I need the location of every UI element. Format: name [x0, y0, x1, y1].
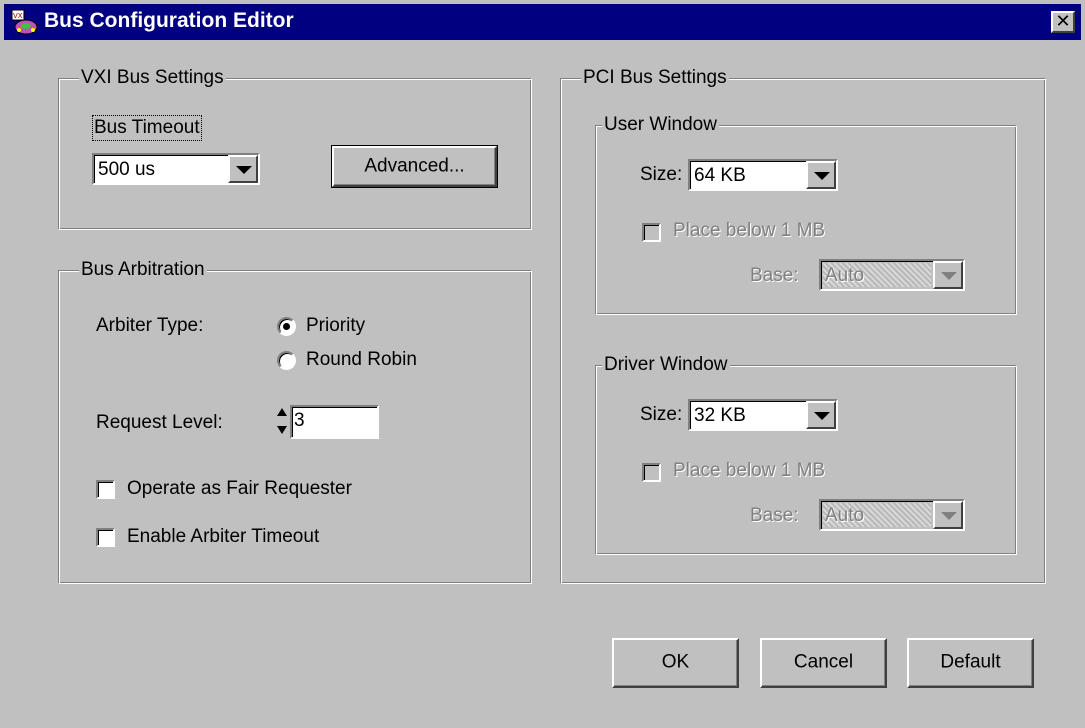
dropdown-arrow-icon[interactable]: [806, 401, 836, 429]
dropdown-arrow-icon[interactable]: [228, 155, 258, 183]
driver-below-1mb-checkbox[interactable]: [642, 463, 661, 482]
user-window-size-dropdown[interactable]: 64 KB: [688, 159, 838, 191]
fair-requester-checkbox[interactable]: [96, 480, 115, 499]
driver-base-label: Base:: [750, 505, 799, 526]
window-title: Bus Configuration Editor: [44, 9, 294, 32]
default-button-label: Default: [940, 651, 1001, 673]
user-below-1mb-label[interactable]: Place below 1 MB: [673, 220, 825, 242]
dropdown-arrow-icon[interactable]: [806, 161, 836, 189]
cancel-button-label: Cancel: [793, 651, 854, 673]
pci-bus-settings-label: PCI Bus Settings: [581, 67, 729, 89]
ok-button-label: OK: [661, 651, 690, 673]
user-base-label: Base:: [750, 265, 799, 286]
bus-config-dialog: VXI Bus Configuration Editor ✕ VXI Bus S…: [0, 0, 1085, 728]
driver-window-group: Driver Window Size: 32 KB Place below 1 …: [595, 354, 1017, 555]
request-level-input[interactable]: 3: [290, 405, 379, 439]
driver-base-value: Auto: [823, 503, 931, 527]
user-window-group: User Window Size: 64 KB Place below 1 MB…: [595, 114, 1017, 315]
bus-arbitration-label: Bus Arbitration: [79, 259, 207, 281]
user-below-1mb-checkbox[interactable]: [642, 223, 661, 242]
spin-down-icon[interactable]: [275, 423, 289, 439]
spin-up-icon[interactable]: [275, 405, 289, 421]
driver-window-label: Driver Window: [602, 354, 730, 376]
close-icon: ✕: [1055, 11, 1071, 32]
request-level-spinner[interactable]: [275, 405, 289, 439]
arbiter-type-label: Arbiter Type:: [96, 315, 204, 336]
dropdown-arrow-icon[interactable]: [933, 501, 963, 529]
ok-button[interactable]: OK: [612, 638, 739, 688]
vxi-bus-settings-label: VXI Bus Settings: [79, 67, 226, 89]
advanced-button-label: Advanced...: [364, 155, 465, 177]
title-bar[interactable]: VXI Bus Configuration Editor ✕: [4, 4, 1081, 40]
dropdown-arrow-icon[interactable]: [933, 261, 963, 289]
request-level-value: 3: [294, 410, 305, 431]
vxi-bus-settings-group: VXI Bus Settings Bus Timeout 500 us Adva…: [58, 67, 532, 230]
driver-below-1mb-label[interactable]: Place below 1 MB: [673, 460, 825, 482]
user-window-size-value: 64 KB: [694, 165, 746, 186]
svg-text:VXI: VXI: [13, 12, 25, 20]
user-base-dropdown[interactable]: Auto: [819, 259, 965, 291]
vxi-app-icon: VXI: [11, 9, 38, 35]
user-window-label: User Window: [602, 114, 719, 136]
fair-requester-label[interactable]: Operate as Fair Requester: [127, 478, 352, 500]
driver-window-size-dropdown[interactable]: 32 KB: [688, 399, 838, 431]
driver-window-size-value: 32 KB: [694, 405, 746, 426]
radio-round-robin[interactable]: [277, 351, 296, 370]
pci-bus-settings-group: PCI Bus Settings User Window Size: 64 KB…: [560, 67, 1046, 584]
driver-base-dropdown[interactable]: Auto: [819, 499, 965, 531]
arbiter-timeout-checkbox[interactable]: [96, 528, 115, 547]
bus-timeout-label: Bus Timeout: [92, 115, 202, 141]
bus-arbitration-group: Bus Arbitration Arbiter Type: Priority R…: [58, 259, 532, 584]
request-level-label: Request Level:: [96, 412, 223, 433]
default-button[interactable]: Default: [907, 638, 1034, 688]
radio-priority-label[interactable]: Priority: [306, 315, 365, 337]
radio-round-robin-label[interactable]: Round Robin: [306, 349, 417, 371]
close-button[interactable]: ✕: [1051, 11, 1075, 33]
driver-window-size-label: Size:: [640, 404, 683, 425]
arbiter-timeout-label[interactable]: Enable Arbiter Timeout: [127, 526, 319, 548]
radio-selected-dot: [283, 323, 290, 330]
bus-timeout-dropdown[interactable]: 500 us: [92, 153, 260, 185]
cancel-button[interactable]: Cancel: [760, 638, 887, 688]
bus-timeout-value: 500 us: [98, 159, 156, 180]
user-window-size-label: Size:: [640, 164, 683, 185]
user-base-value: Auto: [823, 263, 931, 287]
advanced-button[interactable]: Advanced...: [331, 145, 498, 188]
radio-priority[interactable]: [277, 317, 296, 336]
